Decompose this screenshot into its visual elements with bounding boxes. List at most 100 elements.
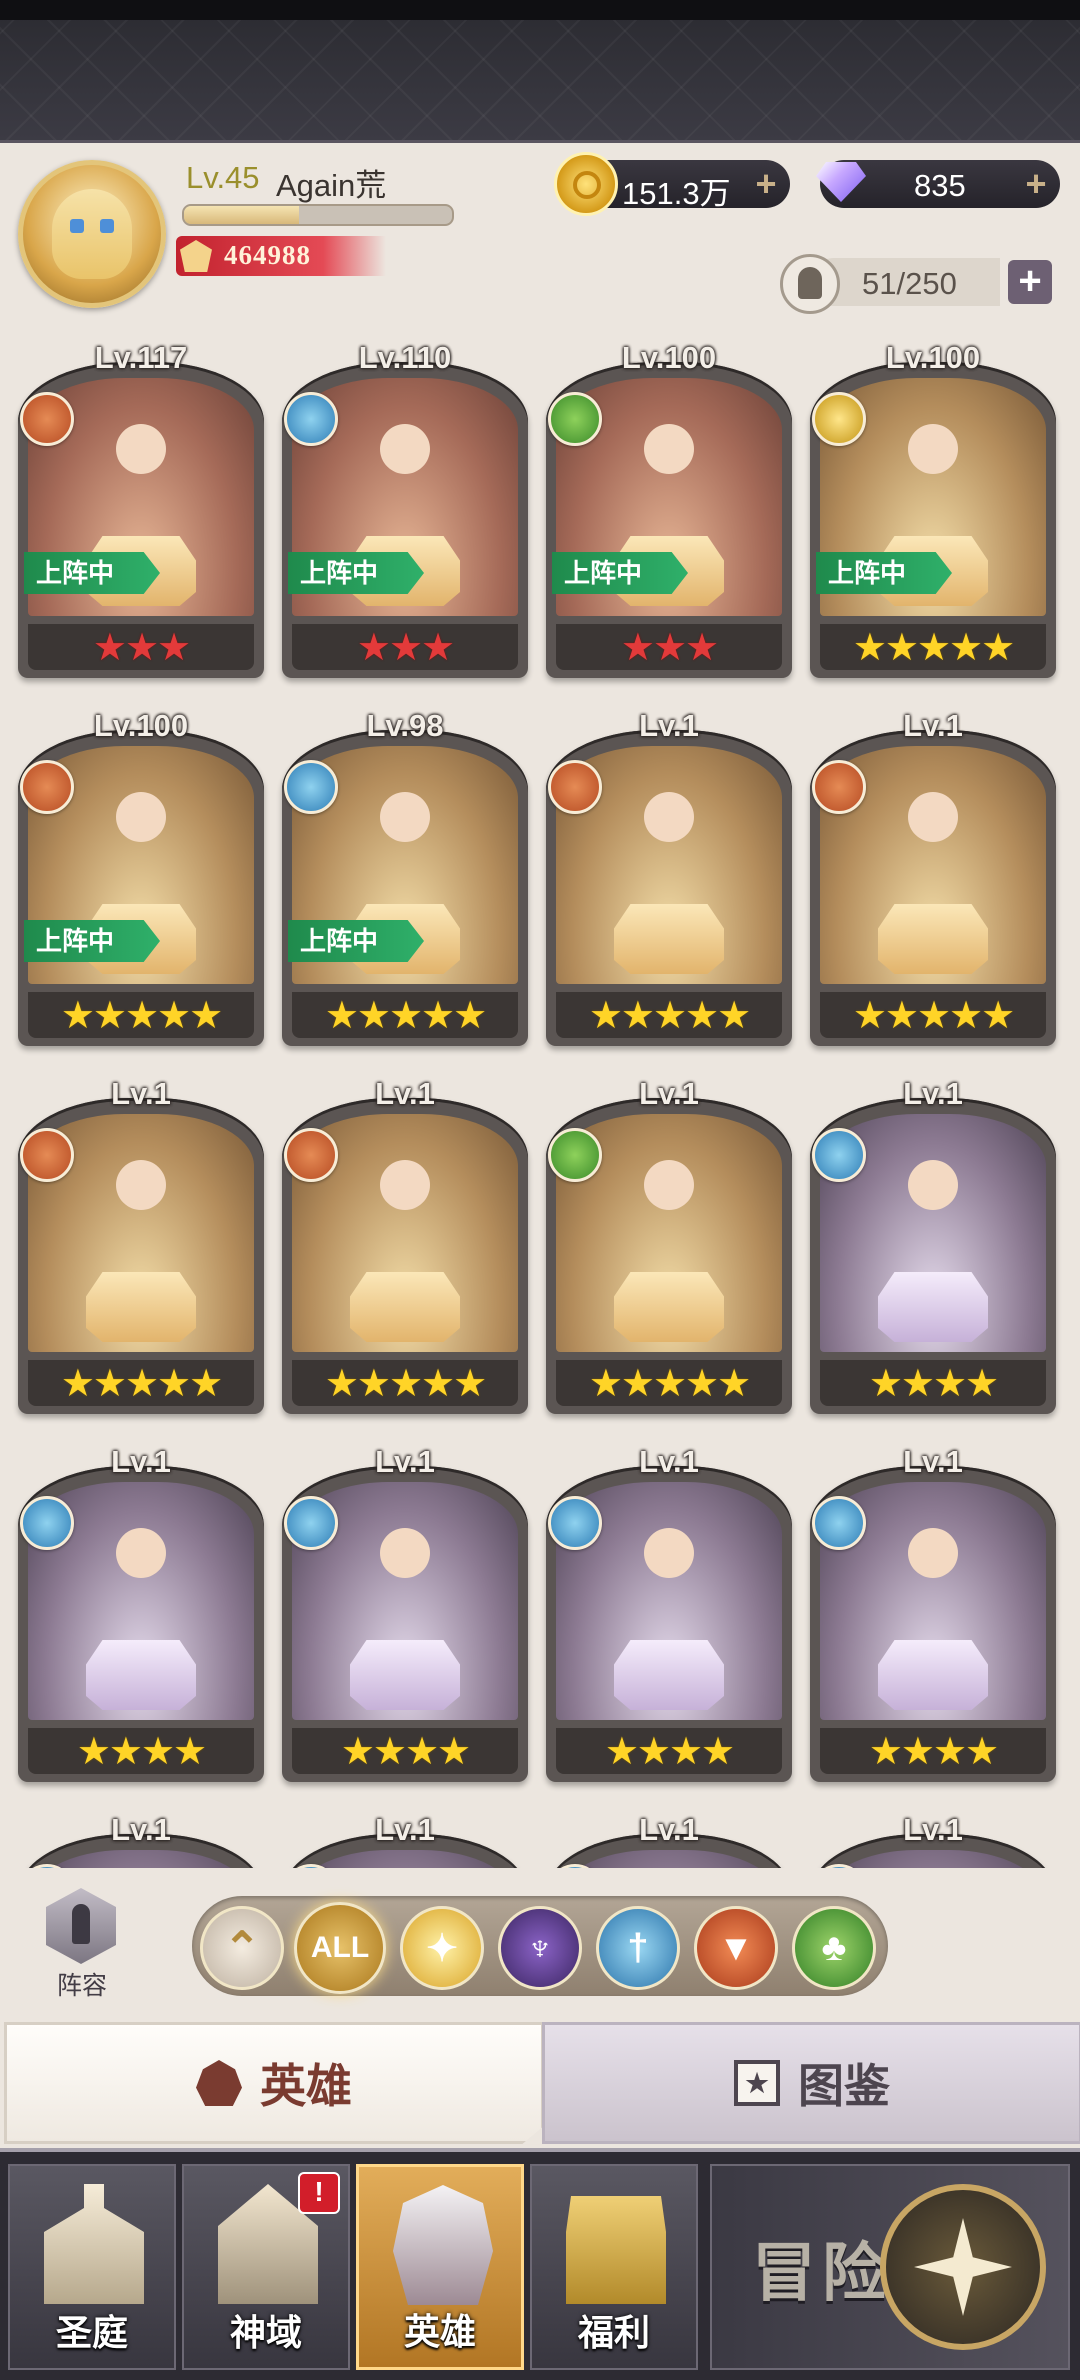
hero-level: Lv.1 [375, 1444, 435, 1479]
hero-stars: ★★★★ [604, 1731, 735, 1773]
hero-stars: ★★★★★ [324, 1363, 487, 1405]
expand-capacity-button[interactable]: + [1008, 260, 1052, 304]
element-wing-icon [812, 392, 866, 446]
hero-card[interactable]: Lv.1★★★★ [810, 1444, 1056, 1782]
hero-sprite [82, 1154, 200, 1304]
nav-adventure[interactable]: 冒险 [710, 2164, 1070, 2370]
chess-piece-icon [46, 1888, 116, 1964]
tab-heroes-label: 英雄 [260, 2060, 352, 2112]
hero-card[interactable]: Lv.1★★★★ [18, 1444, 264, 1782]
hero-card[interactable]: Lv.1★★★★ [546, 1812, 792, 1868]
hero-level: Lv.117 [94, 340, 188, 375]
filter-dark-button[interactable]: ♆ [498, 1906, 582, 1990]
element-fox-icon [812, 760, 866, 814]
hero-card[interactable]: Lv.98 上阵中 ★★★★★ [282, 708, 528, 1046]
codex-book-icon: ★ [734, 2060, 780, 2106]
hero-stars: ★★★★ [868, 1731, 999, 1773]
hero-sprite [610, 418, 728, 568]
nav-welfare-label: 福利 [577, 2312, 650, 2353]
diamond-icon [810, 150, 872, 212]
filter-sword-button[interactable]: † [596, 1906, 680, 1990]
treasure-chest-icon [566, 2196, 666, 2304]
nav-welfare[interactable]: 福利 [530, 2164, 698, 2370]
filter-light-button[interactable]: ✦ [400, 1906, 484, 1990]
add-gold-button[interactable]: + [752, 166, 780, 202]
element-fox-icon [548, 760, 602, 814]
hero-card[interactable]: Lv.117 上阵中 ★★★ [18, 340, 264, 678]
hero-sprite [82, 418, 200, 568]
add-diamond-button[interactable]: + [1022, 166, 1050, 202]
nav-divine-label: 神域 [229, 2312, 302, 2353]
on-team-tag: 上阵中 [24, 920, 160, 962]
hero-card[interactable]: Lv.1★★★★ [282, 1812, 528, 1868]
top-banner [0, 0, 1080, 143]
hero-card[interactable]: Lv.1 ★★★★★ [810, 708, 1056, 1046]
hero-stars: ★★★★ [340, 1731, 471, 1773]
player-name: Again荒 [276, 168, 387, 203]
nav-adventure-label: 冒险 [752, 2237, 892, 2309]
nav-heroes-label: 英雄 [403, 2311, 476, 2352]
element-sword-icon [284, 392, 338, 446]
hero-level: Lv.1 [639, 1812, 699, 1847]
hero-level: Lv.1 [639, 708, 699, 743]
hero-stars: ★★★ [620, 627, 719, 669]
hero-card[interactable]: Lv.1★★★★ [18, 1812, 264, 1868]
player-level: Lv.45 [186, 160, 260, 195]
lineup-button[interactable]: 阵容 [32, 1888, 132, 2000]
filter-tree-button[interactable]: ♣ [792, 1906, 876, 1990]
hero-card[interactable]: Lv.1★★★★ [810, 1076, 1056, 1414]
hero-card[interactable]: Lv.1 ★★★★★ [282, 1076, 528, 1414]
hero-card[interactable]: Lv.100 上阵中 ★★★★★ [18, 708, 264, 1046]
element-sword-icon [812, 1128, 866, 1182]
hero-level: Lv.1 [375, 1076, 435, 1111]
tab-heroes[interactable]: 英雄 [4, 2022, 544, 2144]
hero-level: Lv.100 [885, 340, 981, 375]
hero-capacity-icon [780, 254, 840, 314]
notification-badge: ! [298, 2172, 340, 2214]
hero-stars: ★★★★★ [852, 995, 1015, 1037]
hero-level: Lv.1 [639, 1444, 699, 1479]
hero-card[interactable]: Lv.100 上阵中 ★★★★★ [810, 340, 1056, 678]
hero-card[interactable]: Lv.1 ★★★★★ [546, 708, 792, 1046]
hero-stars: ★★★★ [868, 1363, 999, 1405]
on-team-tag: 上阵中 [288, 920, 424, 962]
hero-stars: ★★★★★ [324, 995, 487, 1037]
hero-level: Lv.1 [111, 1076, 171, 1111]
filter-sort-up-button[interactable]: ⌃ [200, 1906, 284, 1990]
tab-codex[interactable]: ★ 图鉴 [542, 2022, 1080, 2144]
hero-card[interactable]: Lv.1 ★★★★ [282, 1444, 528, 1782]
hero-level: Lv.1 [375, 1812, 435, 1847]
hero-card[interactable]: Lv.1 ★★★★★ [546, 1076, 792, 1414]
element-fox-icon [20, 760, 74, 814]
nav-sanctuary[interactable]: 圣庭 [8, 2164, 176, 2370]
element-fox-icon [284, 1128, 338, 1182]
helmet-icon [196, 2060, 242, 2106]
hero-stars: ★★★ [92, 627, 191, 669]
combat-power-value: 464988 [224, 240, 311, 270]
hero-card[interactable]: Lv.100 上阵中 ★★★ [546, 340, 792, 678]
compass-icon [880, 2184, 1046, 2350]
status-strip [0, 0, 1080, 20]
power-icon [180, 240, 212, 272]
hero-card[interactable]: Lv.1★★★★ [810, 1812, 1056, 1868]
element-sword-icon [284, 1496, 338, 1550]
hero-card[interactable]: Lv.1 ★★★★ [546, 1444, 792, 1782]
nav-heroes[interactable]: 英雄 [356, 2164, 524, 2370]
hero-level: Lv.100 [621, 340, 717, 375]
hero-level: Lv.1 [639, 1076, 699, 1111]
on-team-tag: 上阵中 [24, 552, 160, 594]
element-sword-icon [548, 1496, 602, 1550]
element-tree-icon [548, 392, 602, 446]
hero-level: Lv.110 [358, 340, 452, 375]
hero-sprite [610, 786, 728, 936]
hero-card[interactable]: Lv.110 上阵中 ★★★ [282, 340, 528, 678]
hero-sprite [874, 1522, 992, 1672]
player-avatar[interactable] [18, 160, 166, 308]
filter-all-button[interactable]: ALL [294, 1902, 386, 1994]
hero-sprite [874, 786, 992, 936]
hero-sprite [346, 786, 464, 936]
diamond-value: 835 [914, 168, 966, 203]
filter-fox-button[interactable]: ▼ [694, 1906, 778, 1990]
hero-stars: ★★★★★ [60, 995, 223, 1037]
hero-card[interactable]: Lv.1 ★★★★★ [18, 1076, 264, 1414]
